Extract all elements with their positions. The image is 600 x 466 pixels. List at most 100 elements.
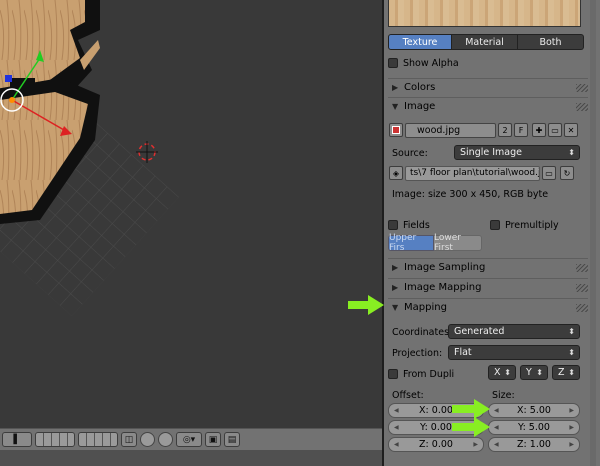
layer-buttons-left[interactable]	[35, 432, 75, 447]
premultiply-label: Premultiply	[505, 219, 559, 231]
file-browse-icon[interactable]: ▭	[542, 166, 556, 180]
decrement-arrow-icon[interactable]: ◀	[494, 438, 499, 452]
premultiply-row[interactable]: Premultiply	[490, 218, 559, 232]
premultiply-checkbox[interactable]	[490, 220, 500, 230]
3d-viewport[interactable]	[0, 0, 382, 428]
updown-arrow-icon: ⬍	[504, 368, 511, 377]
fake-user-button[interactable]: F	[514, 123, 528, 137]
projection-value: Flat	[454, 347, 472, 358]
offset-z-value: Z: 0.00	[419, 439, 453, 450]
size-y-annotation-arrow-icon	[452, 417, 490, 437]
increment-arrow-icon[interactable]: ▶	[569, 404, 574, 418]
expanded-triangle-icon: ▼	[392, 303, 399, 312]
drag-grip-icon[interactable]	[576, 263, 588, 272]
image-name-field[interactable]: wood.jpg	[405, 123, 496, 138]
pack-file-icon[interactable]: ◈	[389, 166, 403, 180]
from-dupli-checkbox[interactable]	[388, 369, 398, 379]
field-order-toggle: Upper Firs Lower First	[388, 233, 482, 253]
colors-panel-header[interactable]: ▶ Colors	[388, 78, 588, 96]
render-preview-icon[interactable]: ◫	[121, 432, 137, 447]
axis-y-value: Y	[526, 367, 532, 378]
snap-icon[interactable]: ◎▾	[176, 432, 202, 447]
size-z-field[interactable]: ◀ Z: 1.00 ▶	[488, 437, 580, 452]
decrement-arrow-icon[interactable]: ◀	[494, 404, 499, 418]
decrement-arrow-icon[interactable]: ◀	[394, 438, 399, 452]
lower-first-button[interactable]: Lower First	[434, 233, 482, 253]
source-dropdown[interactable]: Single Image ⬍	[454, 145, 580, 160]
close-icon[interactable]: ✕	[564, 123, 578, 137]
properties-panel: Texture Material Both Show Alpha ▶ Color…	[384, 0, 600, 466]
decrement-arrow-icon[interactable]: ◀	[394, 421, 399, 435]
drag-grip-icon[interactable]	[576, 283, 588, 292]
texture-context-tabs: Texture Material Both	[388, 34, 584, 50]
collapsed-triangle-icon: ▶	[392, 283, 399, 292]
drag-grip-icon[interactable]	[576, 102, 588, 111]
drag-grip-icon[interactable]	[576, 303, 588, 312]
tab-both[interactable]: Both	[518, 34, 584, 50]
tab-material[interactable]: Material	[452, 34, 518, 50]
layer-menu-button[interactable]: ▌	[2, 432, 32, 447]
image-sampling-panel-title: Image Sampling	[404, 262, 486, 273]
size-x-field[interactable]: ◀ X: 5.00 ▶	[488, 403, 580, 418]
show-alpha-checkbox[interactable]	[388, 58, 398, 68]
from-dupli-label: From Dupli	[403, 368, 455, 380]
image-panel-title: Image	[404, 101, 436, 112]
decrement-arrow-icon[interactable]: ◀	[494, 421, 499, 435]
collapsed-triangle-icon: ▶	[392, 83, 399, 92]
image-info-text: Image: size 300 x 450, RGB byte	[392, 189, 549, 200]
filepath-field[interactable]: ts\7 floor plan\tutorial\wood.jpg	[405, 166, 540, 181]
colors-panel-title: Colors	[404, 82, 436, 93]
axis-y-dropdown[interactable]: Y ⬍	[520, 365, 548, 380]
increment-arrow-icon[interactable]: ▶	[569, 438, 574, 452]
camera-icon[interactable]: ▤	[224, 432, 240, 447]
image-mapping-panel-header[interactable]: ▶ Image Mapping	[388, 278, 588, 296]
show-alpha-row[interactable]: Show Alpha	[388, 56, 592, 70]
drag-grip-icon[interactable]	[576, 83, 588, 92]
size-label: Size:	[492, 390, 515, 401]
layer-buttons-right[interactable]	[78, 432, 118, 447]
projection-dropdown[interactable]: Flat ⬍	[448, 345, 580, 360]
decrement-arrow-icon[interactable]: ◀	[394, 404, 399, 418]
image-sampling-panel-header[interactable]: ▶ Image Sampling	[388, 258, 588, 276]
fields-checkbox[interactable]	[388, 220, 398, 230]
reload-icon[interactable]: ↻	[560, 166, 574, 180]
increment-arrow-icon[interactable]: ▶	[569, 421, 574, 435]
size-y-field[interactable]: ◀ Y: 5.00 ▶	[488, 420, 580, 435]
increment-arrow-icon[interactable]: ▶	[473, 438, 478, 452]
render-icon[interactable]: ▣	[205, 432, 221, 447]
offset-label: Offset:	[392, 390, 424, 401]
pivot-icon[interactable]	[158, 432, 173, 447]
show-alpha-label: Show Alpha	[403, 57, 459, 69]
viewport-canvas	[0, 0, 179, 316]
timeline-strip	[0, 450, 382, 466]
open-folder-icon[interactable]: ▭	[548, 123, 562, 137]
projection-label: Projection:	[392, 348, 443, 359]
coordinates-label: Coordinates:	[392, 327, 453, 338]
source-value: Single Image	[460, 147, 522, 158]
tab-texture[interactable]: Texture	[388, 34, 452, 50]
mapping-panel-header[interactable]: ▼ Mapping	[388, 298, 588, 316]
panel-scrollbar[interactable]	[590, 0, 596, 466]
axis-z-value: Z	[558, 367, 565, 378]
upper-first-button[interactable]: Upper Firs	[388, 233, 434, 253]
axis-x-dropdown[interactable]: X ⬍	[488, 365, 516, 380]
3d-cursor	[136, 141, 158, 163]
axis-z-dropdown[interactable]: Z ⬍	[552, 365, 580, 380]
collapsed-triangle-icon: ▶	[392, 263, 399, 272]
clock-icon[interactable]	[140, 432, 155, 447]
image-panel-header[interactable]: ▼ Image	[388, 97, 588, 115]
expanded-triangle-icon: ▼	[392, 102, 399, 111]
image-mapping-panel-title: Image Mapping	[404, 282, 482, 293]
updown-arrow-icon: ⬍	[568, 327, 575, 336]
image-users-button[interactable]: 2	[498, 123, 512, 137]
texture-preview	[388, 0, 581, 27]
image-browse-icon[interactable]	[389, 123, 403, 137]
size-x-value: X: 5.00	[517, 405, 551, 416]
offset-z-field[interactable]: ◀ Z: 0.00 ▶	[388, 437, 484, 452]
new-image-icon[interactable]: ✚	[532, 123, 546, 137]
coordinates-dropdown[interactable]: Generated ⬍	[448, 324, 580, 339]
updown-arrow-icon: ⬍	[568, 348, 575, 357]
size-y-value: Y: 5.00	[518, 422, 550, 433]
offset-x-value: X: 0.00	[419, 405, 453, 416]
offset-y-value: Y: 0.00	[420, 422, 452, 433]
